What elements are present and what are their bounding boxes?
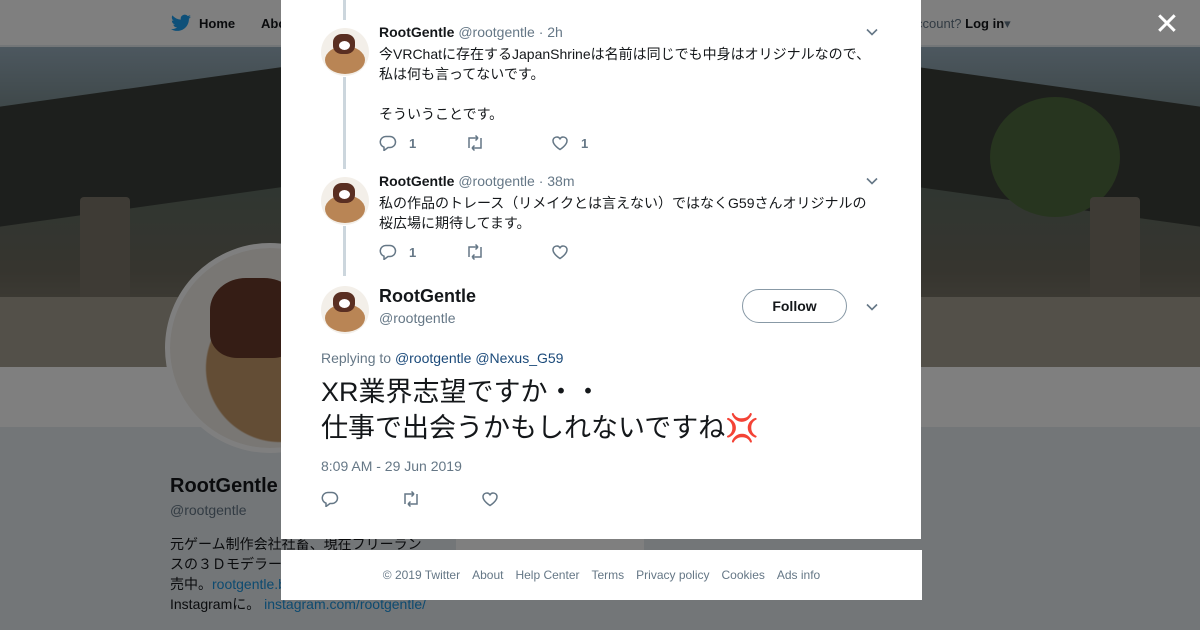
mention-link[interactable]: @Nexus_G59 <box>475 350 563 366</box>
retweet-button[interactable] <box>465 135 551 151</box>
main-tweet-text-line: 仕事で出会うかもしれないですね <box>321 413 726 443</box>
main-tweet-timestamp[interactable]: 8:09 AM - 29 Jun 2019 <box>321 458 462 474</box>
chevron-down-icon[interactable] <box>865 25 879 39</box>
retweet-icon <box>404 491 418 507</box>
main-tweet-text: XR業界志望ですか・・ 仕事で出会うかもしれないですね💢 <box>321 374 881 446</box>
tweet-text-line: そういうことです。 <box>379 106 504 122</box>
reply-icon <box>379 135 397 151</box>
tweet-actions: 1 <box>379 242 637 262</box>
main-tweet-text-line: XR業界志望ですか・・ <box>321 377 602 407</box>
tweet-header: RootGentle @rootgentle · 2h <box>379 24 563 40</box>
tweet-text: 今VRChatに存在するJapanShrineは名前は同じでも中身はオリジナルな… <box>379 44 879 124</box>
main-tweet-avatar[interactable] <box>321 286 369 334</box>
like-icon <box>482 492 498 507</box>
reply-icon <box>379 244 397 260</box>
tweet-avatar[interactable] <box>321 28 369 76</box>
reply-icon <box>321 491 339 507</box>
chevron-down-icon[interactable] <box>865 300 879 314</box>
tweet-text-line <box>379 84 879 104</box>
replying-to: Replying to @rootgentle @Nexus_G59 <box>321 350 563 366</box>
main-tweet-author-handle[interactable]: @rootgentle <box>379 310 455 326</box>
tweet-text-line: 私の作品のトレース（リメイクとは言えない）ではなくG59さんオリジナルの <box>379 195 867 211</box>
like-button[interactable] <box>481 491 561 507</box>
like-icon <box>552 245 568 260</box>
like-button[interactable]: 1 <box>551 135 637 151</box>
thread-connector <box>343 226 346 276</box>
close-icon[interactable]: ✕ <box>1152 10 1182 40</box>
follow-button[interactable]: Follow <box>742 289 847 323</box>
tweet-time[interactable]: · 2h <box>539 24 563 40</box>
mention-link[interactable]: @rootgentle <box>395 350 471 366</box>
retweet-icon <box>468 244 482 260</box>
tweet-actions: 1 1 <box>379 133 637 153</box>
tweet-author-handle[interactable]: @rootgentle <box>458 173 534 189</box>
thread-connector <box>343 0 346 20</box>
footer-link-about[interactable]: About <box>472 568 503 582</box>
reply-button[interactable] <box>321 491 401 507</box>
footer-link-cookies[interactable]: Cookies <box>722 568 765 582</box>
thread-connector <box>343 77 346 169</box>
reply-button[interactable]: 1 <box>379 244 465 260</box>
main-tweet-actions <box>321 489 561 509</box>
like-icon <box>552 136 568 151</box>
tweet-header: RootGentle @rootgentle · 38m <box>379 173 575 189</box>
tweet-text-line: 私は何も言ってないです。 <box>379 66 545 82</box>
replying-to-label: Replying to <box>321 350 392 366</box>
reply-button[interactable]: 1 <box>379 135 465 151</box>
reply-count: 1 <box>409 135 417 151</box>
main-tweet-author-name[interactable]: RootGentle <box>379 286 476 307</box>
retweet-button[interactable] <box>401 491 481 507</box>
tweet-author-name[interactable]: RootGentle <box>379 173 454 189</box>
tweet-avatar[interactable] <box>321 177 369 225</box>
tweet-author-handle[interactable]: @rootgentle <box>458 24 534 40</box>
footer-link-ads-info[interactable]: Ads info <box>777 568 820 582</box>
footer-copyright: © 2019 Twitter <box>382 568 461 582</box>
tweet-text: 私の作品のトレース（リメイクとは言えない）ではなくG59さんオリジナルの 桜広場… <box>379 193 879 233</box>
footer-link-help-center[interactable]: Help Center <box>515 568 579 582</box>
tweet-time[interactable]: · 38m <box>539 173 575 189</box>
reply-count: 1 <box>409 244 417 260</box>
tweet-text-line: 桜広場に期待してます。 <box>379 215 531 231</box>
chevron-down-icon[interactable] <box>865 174 879 188</box>
modal-footer: © 2019 Twitter About Help Center Terms P… <box>281 550 922 600</box>
tweet-text-line: 今VRChatに存在するJapanShrineは名前は同じでも中身はオリジナルな… <box>379 46 871 62</box>
retweet-icon <box>468 135 482 151</box>
like-button[interactable] <box>551 244 637 260</box>
like-count: 1 <box>581 135 589 151</box>
retweet-button[interactable] <box>465 244 551 260</box>
tweet-modal: RootGentle @rootgentle · 2h 今VRChatに存在する… <box>281 0 921 539</box>
anger-emoji: 💢 <box>725 413 759 443</box>
tweet-author-name[interactable]: RootGentle <box>379 24 454 40</box>
footer-link-terms[interactable]: Terms <box>591 568 624 582</box>
footer-link-privacy[interactable]: Privacy policy <box>636 568 709 582</box>
